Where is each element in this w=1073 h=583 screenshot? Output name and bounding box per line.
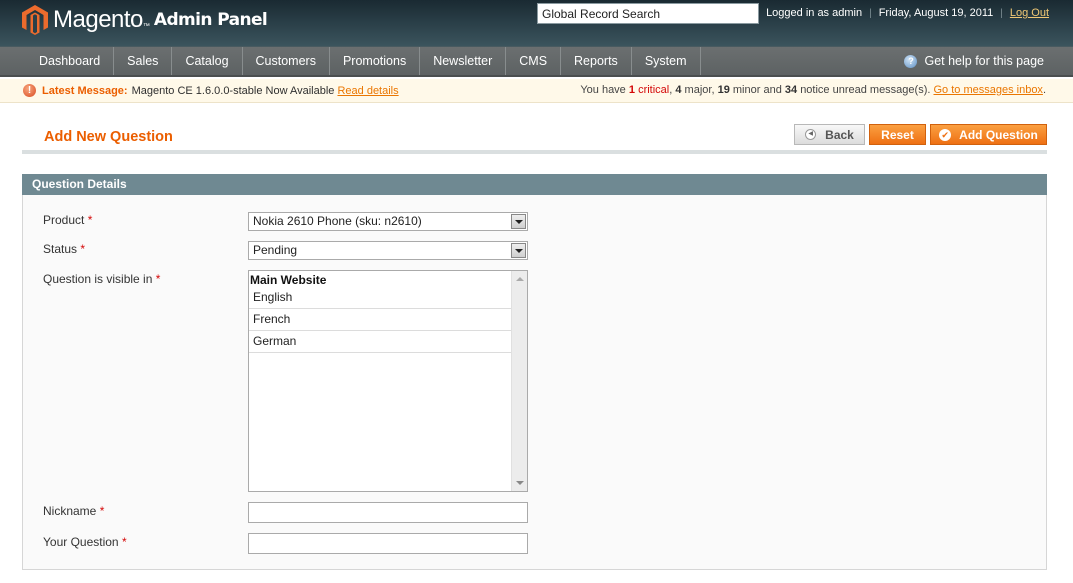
logo-trademark: ™ (142, 22, 150, 30)
page-title: Add New Question (44, 129, 173, 145)
nav-item-system[interactable]: System (632, 47, 701, 75)
your-question-label: Your Question * (43, 535, 127, 549)
nav-item-promotions[interactable]: Promotions (330, 47, 421, 75)
notice-count: 34 (784, 84, 798, 96)
current-date: Friday, August 19, 2011 (878, 7, 994, 19)
logo-wordmark: Magento (53, 6, 143, 33)
back-label: Back (825, 127, 854, 142)
critical-count-group: 1 critical (629, 84, 669, 96)
back-button[interactable]: ◀ Back (794, 124, 865, 145)
separator: | (869, 7, 872, 19)
content-header-divider (22, 150, 1047, 154)
magento-logo[interactable]: Magento ™ Admin Panel (22, 4, 268, 36)
status-label: Status * (43, 242, 85, 256)
store-option-french[interactable]: French (249, 309, 511, 331)
checkmark-icon: ✔ (939, 128, 952, 141)
section-title: Question Details (22, 174, 1047, 195)
required-mark: * (99, 504, 105, 518)
required-mark: * (155, 272, 161, 286)
logged-in-text: Logged in as admin (766, 7, 863, 19)
your-question-input[interactable] (248, 533, 528, 554)
main-nav: Dashboard Sales Catalog Customers Promot… (0, 46, 1073, 77)
minor-label: minor and (732, 84, 782, 96)
major-count: 4 (675, 84, 682, 96)
store-view-multiselect[interactable]: Main Website English French German (248, 270, 528, 492)
user-info: Logged in as admin | Friday, August 19, … (766, 7, 1049, 19)
reset-label: Reset (881, 127, 914, 142)
required-mark: * (121, 535, 127, 549)
product-label-text: Product (43, 213, 85, 227)
add-question-label: Add Question (959, 127, 1038, 142)
nav-item-customers[interactable]: Customers (243, 47, 330, 75)
nickname-input[interactable] (248, 502, 528, 523)
nav-item-newsletter[interactable]: Newsletter (420, 47, 507, 75)
global-record-search-input[interactable] (537, 3, 759, 24)
visible-in-label-text: Question is visible in (43, 272, 153, 286)
nav-item-reports[interactable]: Reports (561, 47, 632, 75)
your-question-label-text: Your Question (43, 535, 119, 549)
critical-count: 1 (628, 84, 635, 96)
back-arrow-icon: ◀ (805, 129, 817, 140)
logout-link[interactable]: Log Out (1010, 7, 1049, 19)
notice-label: notice unread message(s). (800, 84, 931, 96)
scroll-up-icon[interactable] (516, 277, 524, 281)
logo-subtitle: Admin Panel (153, 10, 268, 30)
magento-logo-icon (22, 5, 48, 35)
latest-message-label: Latest Message: (42, 84, 128, 97)
nav-item-sales[interactable]: Sales (114, 47, 173, 75)
status-label-text: Status (43, 242, 78, 256)
latest-message-text: Magento CE 1.6.0.0-stable Now Available (131, 84, 335, 97)
summary-prefix: You have (580, 84, 626, 96)
critical-label: critical (638, 84, 670, 96)
nickname-label-text: Nickname (43, 504, 97, 518)
period: . (1042, 84, 1046, 96)
notification-bar: ! Latest Message: Magento CE 1.6.0.0-sta… (0, 79, 1073, 103)
alert-icon: ! (23, 84, 36, 97)
header-bar: Magento ™ Admin Panel Logged in as admin… (0, 0, 1073, 46)
major-label: major, (684, 84, 715, 96)
help-link[interactable]: ? Get help for this page (904, 47, 1044, 75)
question-details-fieldset (22, 195, 1047, 570)
chevron-down-icon (511, 243, 526, 258)
latest-message: ! Latest Message: Magento CE 1.6.0.0-sta… (23, 84, 399, 97)
help-label: Get help for this page (924, 54, 1044, 68)
nav-item-catalog[interactable]: Catalog (172, 47, 243, 75)
multiselect-scrollbar[interactable] (511, 271, 527, 491)
help-icon: ? (904, 54, 918, 68)
product-select[interactable]: Nokia 2610 Phone (sku: n2610) (248, 212, 528, 231)
store-option-english[interactable]: English (249, 287, 511, 309)
required-mark: * (87, 213, 93, 227)
product-selected-value: Nokia 2610 Phone (sku: n2610) (253, 214, 422, 228)
nav-item-cms[interactable]: CMS (506, 47, 562, 75)
required-mark: * (80, 242, 86, 256)
visible-in-label: Question is visible in * (43, 272, 160, 286)
optgroup-main-website: Main Website (250, 273, 327, 287)
read-details-link[interactable]: Read details (337, 85, 398, 97)
reset-button[interactable]: Reset (869, 124, 926, 145)
messages-summary: You have 1 critical, 4 major, 19 minor a… (580, 84, 1046, 96)
minor-count: 19 (717, 84, 730, 96)
chevron-down-icon (511, 214, 526, 229)
nav-item-dashboard[interactable]: Dashboard (26, 47, 115, 75)
messages-inbox-link[interactable]: Go to messages inbox (933, 84, 1042, 96)
nickname-label: Nickname * (43, 504, 104, 518)
status-selected-value: Pending (253, 243, 298, 257)
product-label: Product * (43, 213, 92, 227)
status-select[interactable]: Pending (248, 241, 528, 260)
store-option-german[interactable]: German (249, 331, 511, 353)
add-question-button[interactable]: ✔ Add Question (930, 124, 1047, 145)
separator: | (1000, 7, 1003, 19)
scroll-down-icon[interactable] (516, 481, 524, 485)
